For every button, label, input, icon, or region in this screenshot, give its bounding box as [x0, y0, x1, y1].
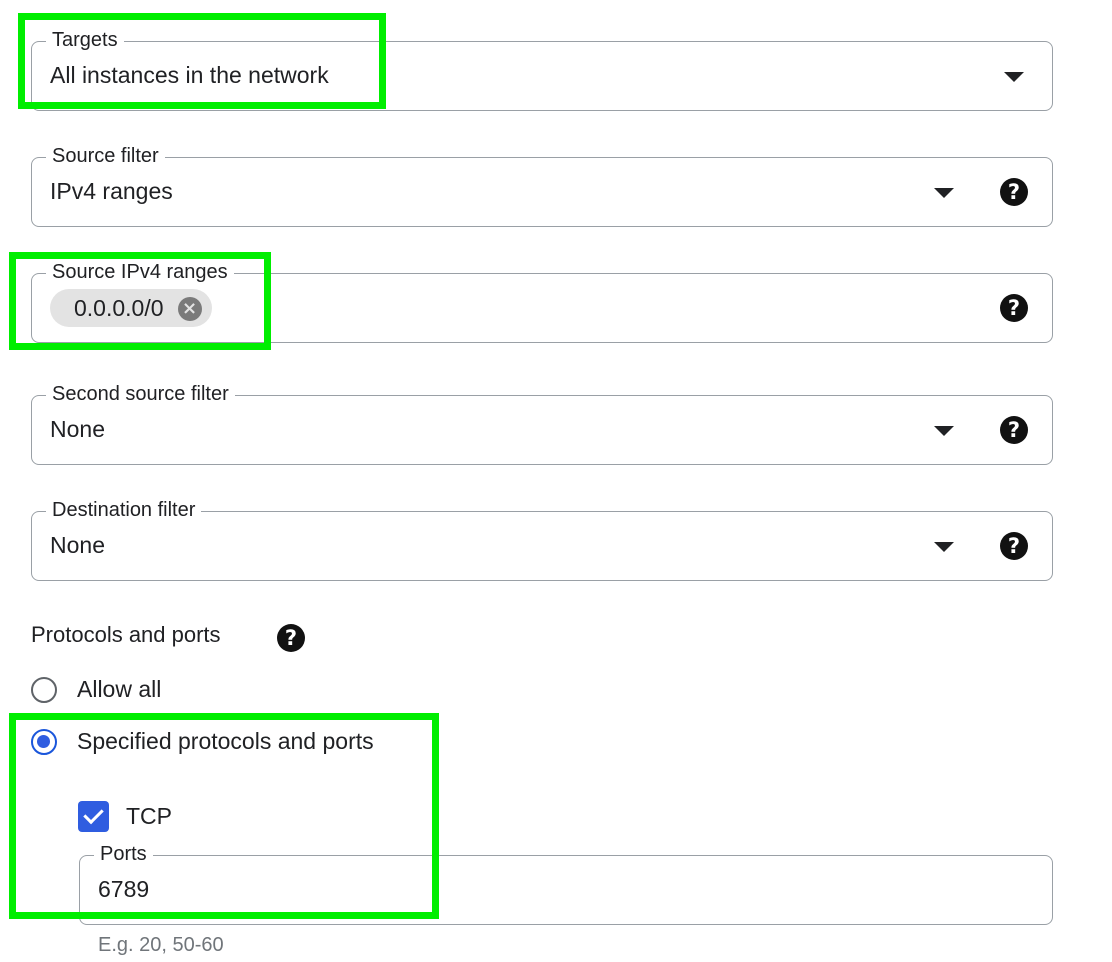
- ip-range-chip-text: 0.0.0.0/0: [74, 295, 164, 321]
- chevron-down-icon[interactable]: [1004, 72, 1024, 82]
- targets-value: All instances in the network: [50, 62, 329, 88]
- source-ipv4-ranges-input[interactable]: Source IPv4 ranges 0.0.0.0/0 × ?: [31, 258, 1053, 343]
- chevron-down-icon[interactable]: [934, 542, 954, 552]
- help-icon[interactable]: ?: [1000, 294, 1028, 322]
- ports-label: Ports: [94, 840, 153, 868]
- radio-specified-protocols[interactable]: Specified protocols and ports: [31, 728, 374, 755]
- second-source-filter-value: None: [50, 416, 105, 442]
- help-icon[interactable]: ?: [1000, 178, 1028, 206]
- targets-select[interactable]: Targets All instances in the network: [31, 26, 1053, 111]
- ports-input[interactable]: Ports 6789: [79, 840, 1053, 925]
- ports-value: 6789: [98, 876, 150, 902]
- ip-range-chip: 0.0.0.0/0 ×: [50, 289, 212, 327]
- chevron-down-icon[interactable]: [934, 188, 954, 198]
- protocols-section-title: Protocols and ports: [31, 622, 221, 648]
- source-filter-label: Source filter: [46, 142, 165, 170]
- source-ipv4-ranges-label: Source IPv4 ranges: [46, 258, 234, 286]
- checkbox-checked-icon[interactable]: [78, 801, 109, 832]
- targets-label: Targets: [46, 26, 124, 54]
- remove-chip-icon[interactable]: ×: [177, 297, 202, 321]
- radio-specified-label: Specified protocols and ports: [77, 728, 374, 754]
- tcp-checkbox-row[interactable]: TCP: [78, 801, 172, 832]
- help-icon[interactable]: ?: [277, 624, 305, 652]
- destination-filter-select[interactable]: Destination filter None ?: [31, 496, 1053, 581]
- second-source-filter-select[interactable]: Second source filter None ?: [31, 380, 1053, 465]
- radio-button-icon[interactable]: [31, 676, 57, 703]
- help-icon[interactable]: ?: [1000, 416, 1028, 444]
- radio-button-selected-icon[interactable]: [31, 728, 57, 755]
- destination-filter-label: Destination filter: [46, 496, 202, 524]
- radio-allow-all-label: Allow all: [77, 676, 162, 702]
- second-source-filter-label: Second source filter: [46, 380, 235, 408]
- protocols-title-text: Protocols and ports: [31, 622, 221, 647]
- source-filter-select[interactable]: Source filter IPv4 ranges ?: [31, 142, 1053, 227]
- chevron-down-icon[interactable]: [934, 426, 954, 436]
- source-filter-value: IPv4 ranges: [50, 178, 173, 204]
- help-icon[interactable]: ?: [1000, 532, 1028, 560]
- destination-filter-value: None: [50, 532, 105, 558]
- ports-hint: E.g. 20, 50-60: [98, 934, 224, 956]
- tcp-label: TCP: [126, 803, 172, 829]
- radio-allow-all[interactable]: Allow all: [31, 676, 161, 703]
